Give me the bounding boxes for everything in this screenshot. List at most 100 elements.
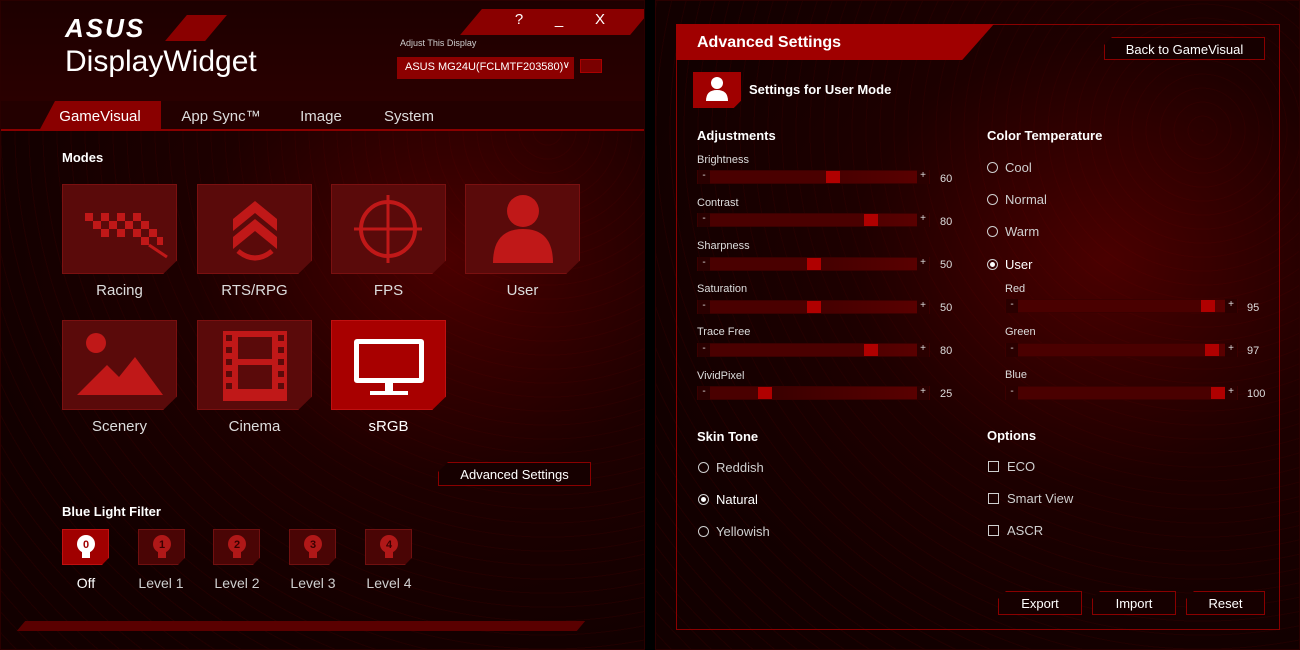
increase-button[interactable]: + <box>917 257 929 271</box>
blf-num: 3 <box>310 539 316 551</box>
contrast-slider[interactable]: - + <box>697 213 930 227</box>
slider-knob[interactable] <box>1201 300 1215 312</box>
radio-button[interactable] <box>987 259 998 270</box>
display-select[interactable]: ASUS MG24U(FCLMTF203580) ∨ <box>397 57 574 79</box>
slider-knob[interactable] <box>864 344 878 356</box>
tab-system[interactable]: System <box>369 101 449 131</box>
slider-knob[interactable] <box>807 301 821 313</box>
import-button[interactable]: Import <box>1092 591 1176 615</box>
decor-stripe <box>16 621 586 631</box>
blf-level-0[interactable]: 0 <box>62 529 109 565</box>
trace-free-slider[interactable]: - + <box>697 343 930 357</box>
mode-rts-rpg[interactable] <box>197 184 312 274</box>
landscape-icon <box>77 333 163 395</box>
green-slider[interactable]: - + <box>1005 343 1238 357</box>
blf-level-2[interactable]: 2 <box>213 529 260 565</box>
increase-button[interactable]: + <box>917 213 929 227</box>
blf-level-1[interactable]: 1 <box>138 529 185 565</box>
blue-slider[interactable]: - + <box>1005 386 1238 400</box>
increase-button[interactable]: + <box>917 386 929 400</box>
radio-button[interactable] <box>987 194 998 205</box>
close-button[interactable]: X <box>590 11 610 28</box>
options-title: Options <box>987 428 1037 443</box>
brightness-slider[interactable]: - + <box>697 170 930 184</box>
mode-user[interactable] <box>465 184 580 274</box>
option-eco[interactable]: ECO <box>988 459 1035 474</box>
slider-knob[interactable] <box>1211 387 1225 399</box>
radio-button[interactable] <box>987 226 998 237</box>
mode-srgb[interactable] <box>331 320 446 410</box>
displaywidget-window: ASUS DisplayWidget ? _ X Adjust This Dis… <box>0 0 645 650</box>
monitor-icon[interactable] <box>580 59 602 73</box>
color-temp-cool[interactable]: Cool <box>987 160 1032 175</box>
advanced-settings-button[interactable]: Advanced Settings <box>438 462 591 486</box>
decrease-button[interactable]: - <box>698 170 710 184</box>
tab-bar: GameVisual App Sync™ Image System <box>1 101 644 131</box>
radio-button[interactable] <box>698 494 709 505</box>
slider-knob[interactable] <box>807 258 821 270</box>
decrease-button[interactable]: - <box>698 300 710 314</box>
radio-label: Warm <box>1005 224 1040 239</box>
increase-button[interactable]: + <box>1225 343 1237 357</box>
back-to-gamevisual-button[interactable]: Back to GameVisual <box>1104 37 1265 60</box>
color-temp-user[interactable]: User <box>987 257 1032 272</box>
decrease-button[interactable]: - <box>1006 386 1018 400</box>
radio-button[interactable] <box>987 162 998 173</box>
tab-image[interactable]: Image <box>281 101 361 131</box>
vividpixel-slider[interactable]: - + <box>697 386 930 400</box>
increase-button[interactable]: + <box>917 170 929 184</box>
user-mode-icon-box <box>693 72 741 108</box>
mode-racing[interactable] <box>62 184 177 274</box>
bulb-icon: 0 <box>77 535 95 558</box>
red-value: 95 <box>1247 302 1260 314</box>
skin-tone-yellowish[interactable]: Yellowish <box>698 524 770 539</box>
mode-fps[interactable] <box>331 184 446 274</box>
sharpness-slider[interactable]: - + <box>697 257 930 271</box>
increase-button[interactable]: + <box>917 300 929 314</box>
help-button[interactable]: ? <box>509 11 529 28</box>
tab-gamevisual[interactable]: GameVisual <box>39 101 161 131</box>
checkbox[interactable] <box>988 525 999 536</box>
export-button[interactable]: Export <box>998 591 1082 615</box>
increase-button[interactable]: + <box>1225 386 1237 400</box>
increase-button[interactable]: + <box>1225 299 1237 313</box>
blf-level-4[interactable]: 4 <box>365 529 412 565</box>
decrease-button[interactable]: - <box>698 257 710 271</box>
skin-tone-natural[interactable]: Natural <box>698 492 758 507</box>
mode-cinema-label: Cinema <box>228 418 281 435</box>
decrease-button[interactable]: - <box>698 386 710 400</box>
slider-knob[interactable] <box>826 171 840 183</box>
decrease-button[interactable]: - <box>1006 299 1018 313</box>
increase-button[interactable]: + <box>917 343 929 357</box>
reset-button[interactable]: Reset <box>1186 591 1265 615</box>
skin-tone-title: Skin Tone <box>697 429 759 444</box>
saturation-slider[interactable]: - + <box>697 300 930 314</box>
slider-knob[interactable] <box>1205 344 1219 356</box>
slider-knob[interactable] <box>758 387 772 399</box>
slider-knob[interactable] <box>864 214 878 226</box>
option-ascr[interactable]: ASCR <box>988 523 1043 538</box>
skin-tone-reddish[interactable]: Reddish <box>698 460 764 475</box>
decrease-button[interactable]: - <box>698 213 710 227</box>
blf-num: 1 <box>159 539 165 551</box>
color-temp-warm[interactable]: Warm <box>987 224 1039 239</box>
checkbox[interactable] <box>988 461 999 472</box>
vividpixel-value: 25 <box>940 388 953 400</box>
blf-label-4: Level 4 <box>366 575 412 591</box>
radio-button[interactable] <box>698 462 709 473</box>
checkbox[interactable] <box>988 493 999 504</box>
decrease-button[interactable]: - <box>698 343 710 357</box>
tab-app-sync[interactable]: App Sync™ <box>171 101 271 131</box>
color-temp-normal[interactable]: Normal <box>987 192 1047 207</box>
mode-scenery[interactable] <box>62 320 177 410</box>
decrease-button[interactable]: - <box>1006 343 1018 357</box>
radio-button[interactable] <box>698 526 709 537</box>
red-slider[interactable]: - + <box>1005 299 1238 313</box>
radio-label: Cool <box>1005 160 1032 175</box>
advanced-settings-frame <box>676 24 1280 630</box>
option-smart-view[interactable]: Smart View <box>988 491 1073 506</box>
color-temperature-title: Color Temperature <box>987 128 1103 143</box>
mode-cinema[interactable] <box>197 320 312 410</box>
blf-level-3[interactable]: 3 <box>289 529 336 565</box>
minimize-button[interactable]: _ <box>549 11 569 28</box>
